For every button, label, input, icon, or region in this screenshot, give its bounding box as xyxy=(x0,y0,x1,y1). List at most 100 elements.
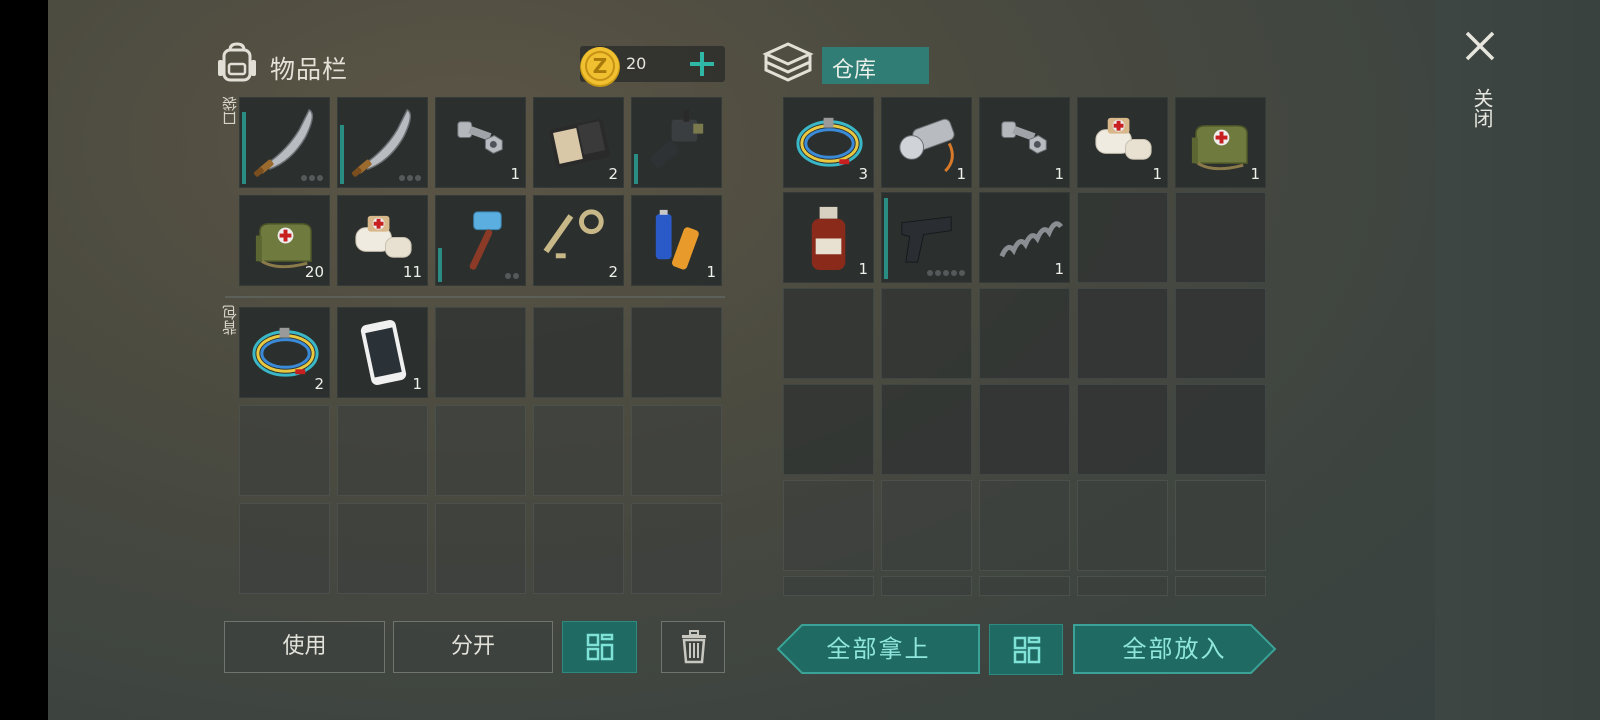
key-icon xyxy=(543,209,604,259)
grid-sort-icon xyxy=(586,633,614,661)
add-coins-button[interactable] xyxy=(687,49,717,79)
empty-slot[interactable] xyxy=(783,480,874,571)
section-divider xyxy=(225,296,725,298)
empty-slot[interactable] xyxy=(1077,288,1168,379)
take-all-button[interactable]: 全部拿上 xyxy=(776,623,981,675)
empty-slot[interactable] xyxy=(881,480,972,571)
close-icon[interactable] xyxy=(1462,28,1498,64)
mod-dots xyxy=(301,175,323,181)
close-label[interactable]: 关闭 xyxy=(1468,88,1497,128)
storage-tab[interactable]: 仓库 xyxy=(822,47,929,84)
empty-slot[interactable] xyxy=(979,288,1070,379)
machete-icon xyxy=(351,108,412,177)
item-count: 1 xyxy=(858,260,868,278)
bandage-icon xyxy=(1095,117,1152,160)
empty-slot[interactable] xyxy=(1175,480,1266,571)
coin-counter: Z 20 xyxy=(580,46,725,87)
empty-slot[interactable] xyxy=(1077,192,1168,283)
empty-slot[interactable] xyxy=(783,576,874,596)
empty-slot[interactable] xyxy=(1175,192,1266,283)
empty-slot[interactable] xyxy=(533,503,624,594)
item-count: 1 xyxy=(1250,165,1260,183)
inventory-slot[interactable]: 1 xyxy=(783,192,874,283)
empty-slot[interactable] xyxy=(979,480,1070,571)
inventory-slot[interactable]: 2 xyxy=(239,307,330,398)
inventory-slot[interactable] xyxy=(631,97,722,188)
item-count: 2 xyxy=(608,263,618,281)
inventory-slot[interactable]: 1 xyxy=(881,97,972,188)
wallet-icon xyxy=(548,118,611,168)
item-count: 11 xyxy=(402,263,422,281)
inventory-slot[interactable]: 20 xyxy=(239,195,330,286)
empty-slot[interactable] xyxy=(435,307,526,398)
inventory-slot[interactable] xyxy=(435,195,526,286)
empty-slot[interactable] xyxy=(1175,288,1266,379)
grid-sort-icon xyxy=(1013,636,1041,664)
inventory-slot[interactable]: 1 xyxy=(337,307,428,398)
use-button[interactable]: 使用 xyxy=(224,621,385,673)
empty-slot[interactable] xyxy=(881,288,972,379)
spring-icon xyxy=(999,221,1063,258)
storage-crate-icon xyxy=(762,42,814,82)
empty-slot[interactable] xyxy=(881,576,972,596)
inventory-slot[interactable]: 2 xyxy=(533,195,624,286)
mod-dots xyxy=(927,270,965,276)
inventory-slot[interactable] xyxy=(239,97,330,188)
put-all-button[interactable]: 全部放入 xyxy=(1072,623,1277,675)
durability-bar xyxy=(634,154,638,184)
trash-button[interactable] xyxy=(661,621,725,673)
empty-slot[interactable] xyxy=(435,405,526,496)
empty-slot[interactable] xyxy=(1077,384,1168,475)
empty-slot[interactable] xyxy=(239,503,330,594)
pocket-label: 口袋 xyxy=(221,96,239,126)
inventory-slot[interactable] xyxy=(881,192,972,283)
empty-slot[interactable] xyxy=(979,576,1070,596)
durability-bar xyxy=(242,112,246,184)
inventory-slot[interactable]: 1 xyxy=(1175,97,1266,188)
mod-dots xyxy=(505,273,519,279)
item-count: 1 xyxy=(412,375,422,393)
item-count: 1 xyxy=(1054,165,1064,183)
empty-slot[interactable] xyxy=(631,503,722,594)
inventory-slot[interactable]: 3 xyxy=(783,97,874,188)
empty-slot[interactable] xyxy=(1077,480,1168,571)
inventory-slot[interactable]: 1 xyxy=(631,195,722,286)
coin-count: 20 xyxy=(626,54,647,73)
inventory-slot[interactable] xyxy=(337,97,428,188)
inventory-slot[interactable]: 2 xyxy=(533,97,624,188)
empty-slot[interactable] xyxy=(631,405,722,496)
inventory-slot[interactable]: 11 xyxy=(337,195,428,286)
split-button[interactable]: 分开 xyxy=(393,621,553,673)
empty-slot[interactable] xyxy=(337,405,428,496)
empty-slot[interactable] xyxy=(533,405,624,496)
empty-slot[interactable] xyxy=(881,384,972,475)
right-side-panel xyxy=(1435,0,1600,720)
empty-slot[interactable] xyxy=(435,503,526,594)
empty-slot[interactable] xyxy=(783,288,874,379)
durability-bar xyxy=(340,125,344,184)
take-all-label: 全部拿上 xyxy=(826,635,931,663)
empty-slot[interactable] xyxy=(631,307,722,398)
sort-inventory-button[interactable] xyxy=(562,621,637,673)
empty-slot[interactable] xyxy=(979,384,1070,475)
empty-slot[interactable] xyxy=(1077,576,1168,596)
inventory-slot[interactable]: 1 xyxy=(1077,97,1168,188)
item-count: 2 xyxy=(608,165,618,183)
item-count: 2 xyxy=(314,375,324,393)
item-count: 20 xyxy=(304,263,324,281)
empty-slot[interactable] xyxy=(337,503,428,594)
machete-icon xyxy=(253,108,314,177)
inventory-slot[interactable]: 1 xyxy=(979,97,1070,188)
sort-storage-button[interactable] xyxy=(989,624,1063,675)
empty-slot[interactable] xyxy=(239,405,330,496)
empty-slot[interactable] xyxy=(533,307,624,398)
svg-text:Z: Z xyxy=(593,54,608,78)
empty-slot[interactable] xyxy=(783,384,874,475)
item-count: 1 xyxy=(510,165,520,183)
inventory-slot[interactable]: 1 xyxy=(979,192,1070,283)
empty-slot[interactable] xyxy=(1175,576,1266,596)
flashlight-icon xyxy=(899,118,955,173)
inventory-slot[interactable]: 1 xyxy=(435,97,526,188)
bolt-nut-icon xyxy=(1001,121,1047,154)
empty-slot[interactable] xyxy=(1175,384,1266,475)
